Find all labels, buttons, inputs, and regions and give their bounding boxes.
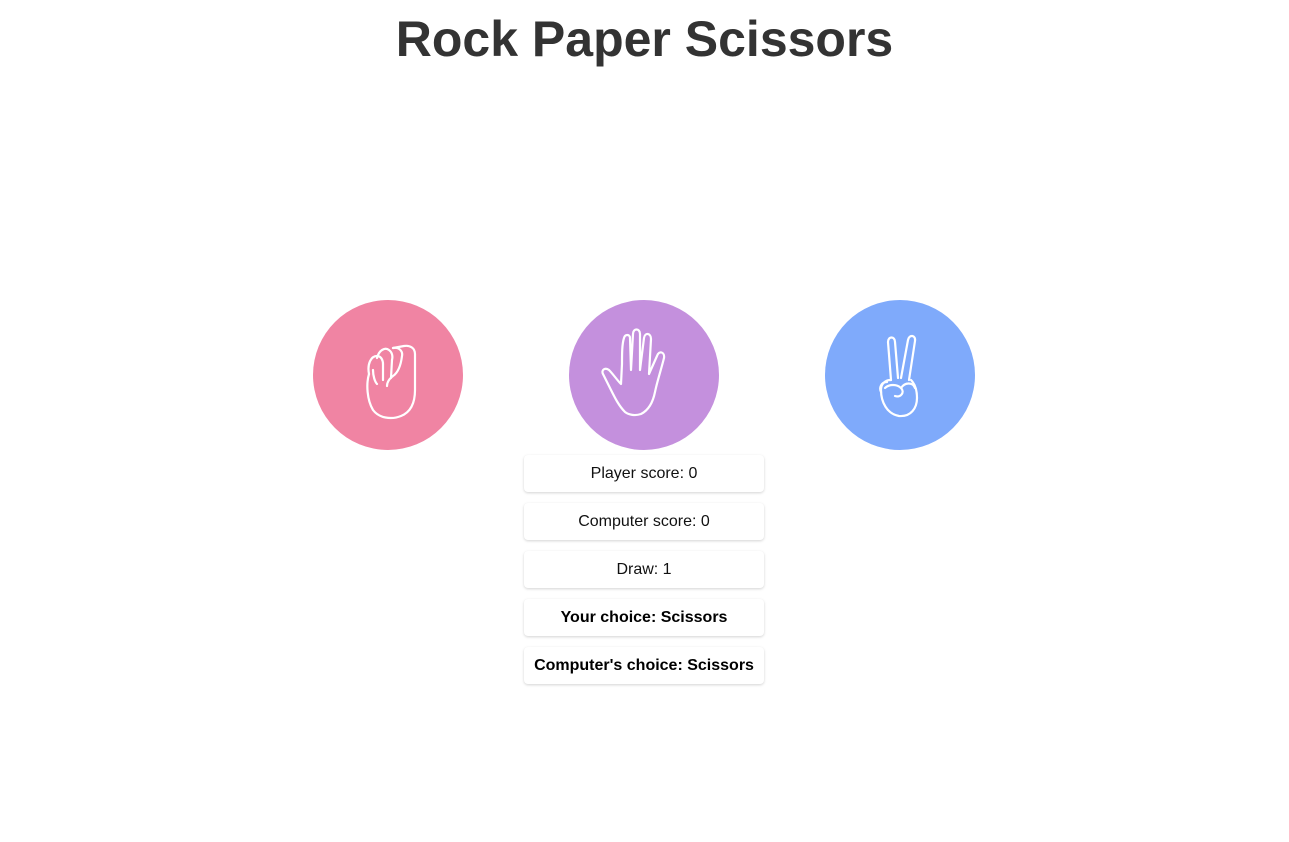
player-score: Player score: 0 bbox=[524, 455, 764, 492]
your-choice: Your choice: Scissors bbox=[524, 599, 764, 636]
paper-button[interactable] bbox=[569, 300, 719, 450]
scissors-button[interactable] bbox=[825, 300, 975, 450]
rock-button[interactable] bbox=[313, 300, 463, 450]
peace-hand-icon bbox=[879, 334, 919, 418]
page-title: Rock Paper Scissors bbox=[395, 11, 894, 67]
open-hand-icon bbox=[601, 328, 666, 417]
computer-choice: Computer's choice: Scissors bbox=[524, 647, 764, 684]
draw-count: Draw: 1 bbox=[524, 551, 764, 588]
computer-score: Computer score: 0 bbox=[524, 503, 764, 540]
fist-icon bbox=[366, 344, 417, 420]
